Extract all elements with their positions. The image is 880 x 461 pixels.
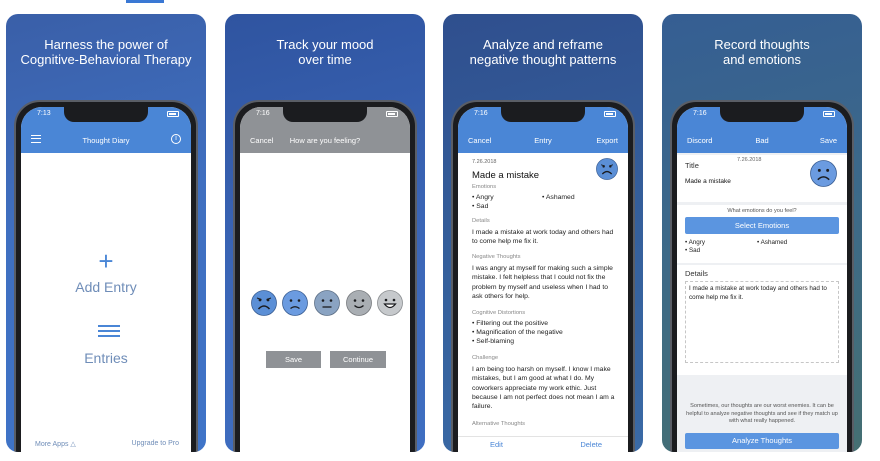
nav-title: Thought Diary xyxy=(82,136,130,145)
panel-caption: Analyze and reframe negative thought pat… xyxy=(443,37,643,67)
bottom-toolbar: Edit Delete xyxy=(458,436,628,452)
panel-record: Record thoughts and emotions Discord Bad… xyxy=(662,14,862,452)
more-apps-label: More Apps xyxy=(35,441,69,448)
caption-line: Cognitive-Behavioral Therapy xyxy=(20,52,192,67)
delete-button[interactable]: Delete xyxy=(580,440,602,449)
details-card: Details I made a mistake at work today a… xyxy=(677,265,847,375)
phone-frame: Thought Diary i 7:13 + Add Entry Entries… xyxy=(14,100,198,452)
emotion-item: • Ashamed xyxy=(757,239,788,246)
battery-icon xyxy=(823,111,835,117)
info-icon[interactable]: i xyxy=(171,134,181,144)
phone-screen: Cancel How are you feeling? 7:16 Save Co… xyxy=(240,107,410,452)
plus-icon[interactable]: + xyxy=(21,248,191,274)
emotion-item: • Sad xyxy=(472,203,489,210)
very-sad-face-icon[interactable] xyxy=(251,290,277,316)
continue-button[interactable]: Continue xyxy=(330,351,386,368)
very-happy-face-icon[interactable] xyxy=(377,290,403,316)
status-time: 7:16 xyxy=(256,110,270,117)
panel-caption: Track your mood over time xyxy=(225,37,425,67)
phone-screen: Thought Diary i 7:13 + Add Entry Entries… xyxy=(21,107,191,452)
triangle-icon: △ xyxy=(70,441,76,448)
emotions-question: What emotions do you feel? xyxy=(727,208,797,214)
phone-screen: Cancel Entry Export 7:16 7.26.2018 Made … xyxy=(458,107,628,452)
caption-line: Harness the power of xyxy=(44,37,168,52)
caption-line: Record thoughts xyxy=(714,37,810,52)
happy-face-icon[interactable] xyxy=(346,290,372,316)
very-sad-face-icon xyxy=(596,158,618,180)
status-time: 7:16 xyxy=(693,110,707,117)
export-button[interactable]: Export xyxy=(596,136,618,145)
phone-screen: Discord Bad Save 7:16 Title 7.26.2018 Ma… xyxy=(677,107,847,452)
battery-icon xyxy=(167,111,179,117)
entry-title: Made a mistake xyxy=(472,170,540,181)
details-textarea[interactable]: I made a mistake at work today and other… xyxy=(685,281,839,363)
alternative-thoughts-header: Alternative Thoughts xyxy=(472,421,526,427)
battery-icon xyxy=(386,111,398,117)
tip-text: Sometimes, our thoughts are our worst en… xyxy=(686,403,838,424)
entry-date: 7.26.2018 xyxy=(472,159,497,165)
caption-line: and emotions xyxy=(722,52,802,67)
edit-button[interactable]: Edit xyxy=(490,440,503,449)
challenge-header: Challenge xyxy=(472,355,499,361)
entries-button[interactable]: Entries xyxy=(21,350,191,366)
details-header: Details xyxy=(472,218,490,224)
phone-frame: Cancel How are you feeling? 7:16 Save Co… xyxy=(233,100,417,452)
phone-frame: Discord Bad Save 7:16 Title 7.26.2018 Ma… xyxy=(670,100,854,452)
emotion-item: • Angry xyxy=(472,194,494,201)
list-icon[interactable] xyxy=(98,325,120,341)
notch xyxy=(501,107,585,122)
mood-selector xyxy=(251,290,403,316)
title-input[interactable]: Made a mistake xyxy=(685,178,731,185)
notch xyxy=(720,107,804,122)
distortions-header: Cognitive Distortions xyxy=(472,310,526,316)
negative-thoughts-header: Negative Thoughts xyxy=(472,254,521,260)
negative-thoughts-text: I was angry at myself for making such a … xyxy=(472,265,613,300)
status-time: 7:16 xyxy=(474,110,488,117)
emotion-item: • Ashamed xyxy=(542,194,575,201)
battery-icon xyxy=(604,111,616,117)
caption-line: negative thought patterns xyxy=(469,52,617,67)
select-emotions-button[interactable]: Select Emotions xyxy=(685,217,839,234)
entry-date: 7.26.2018 xyxy=(737,157,762,163)
more-apps-link[interactable]: More Apps △ xyxy=(35,440,76,448)
distortion-item: • Filtering out the positive xyxy=(472,320,549,327)
upgrade-link[interactable]: Upgrade to Pro xyxy=(132,440,179,447)
emotions-card: What emotions do you feel? Select Emotio… xyxy=(677,205,847,263)
caption-line: Track your mood xyxy=(276,37,374,52)
sad-face-icon[interactable] xyxy=(282,290,308,316)
analyze-thoughts-button[interactable]: Analyze Thoughts xyxy=(685,433,839,449)
details-label: Details xyxy=(685,269,708,278)
panel-caption: Harness the power of Cognitive-Behaviora… xyxy=(6,37,206,67)
status-time: 7:13 xyxy=(37,110,51,117)
distortion-item: • Magnification of the negative xyxy=(472,329,563,336)
panel-mood: Track your mood over time Cancel How are… xyxy=(225,14,425,452)
caption-line: Analyze and reframe xyxy=(483,37,603,52)
distortion-item: • Self-blaming xyxy=(472,338,515,345)
details-text: I made a mistake at work today and other… xyxy=(472,229,614,246)
panel-harness: Harness the power of Cognitive-Behaviora… xyxy=(6,14,206,452)
title-card: Title 7.26.2018 Made a mistake xyxy=(677,155,847,202)
panel-analyze: Analyze and reframe negative thought pat… xyxy=(443,14,643,452)
accent-mark xyxy=(126,0,164,3)
very-sad-face-icon[interactable] xyxy=(810,160,837,187)
emotions-header: Emotions xyxy=(472,184,497,190)
panel-caption: Record thoughts and emotions xyxy=(662,37,862,67)
emotion-item: • Sad xyxy=(685,247,701,254)
caption-line: over time xyxy=(298,52,352,67)
emotion-item: • Angry xyxy=(685,239,706,246)
challenge-text: I am being too harsh on myself. I know I… xyxy=(472,366,615,411)
save-button[interactable]: Save xyxy=(266,351,321,368)
nav-title: How are you feeling? xyxy=(289,136,361,145)
add-entry-button[interactable]: Add Entry xyxy=(21,279,191,295)
neutral-face-icon[interactable] xyxy=(314,290,340,316)
app-store-screenshots: Harness the power of Cognitive-Behaviora… xyxy=(0,0,880,461)
title-label: Title xyxy=(685,161,699,170)
notch xyxy=(64,107,148,122)
phone-frame: Cancel Entry Export 7:16 7.26.2018 Made … xyxy=(451,100,635,452)
notch xyxy=(283,107,367,122)
save-button[interactable]: Save xyxy=(820,136,837,145)
